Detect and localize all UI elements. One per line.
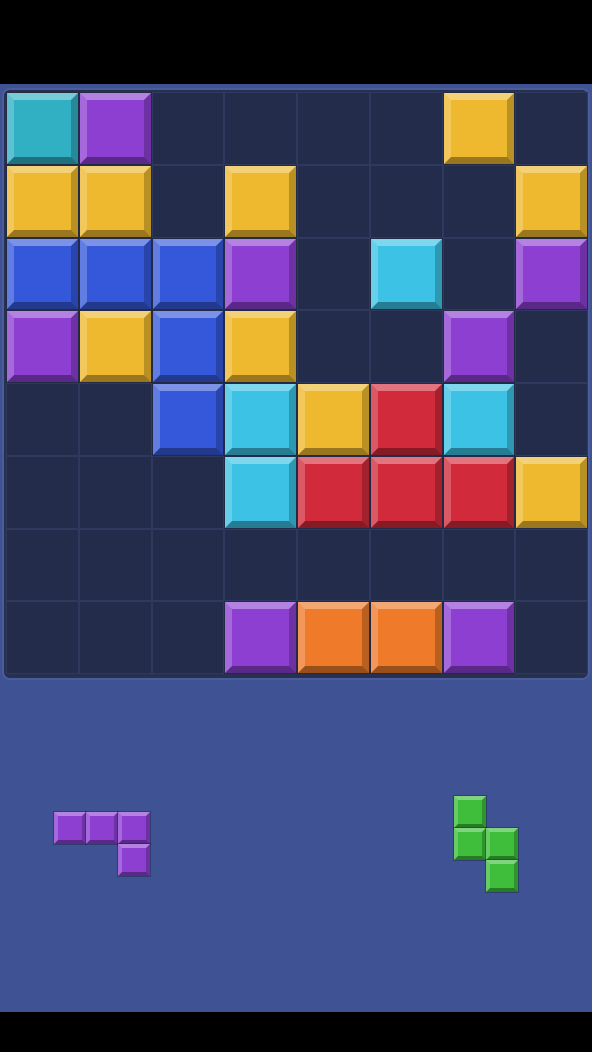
block-blue <box>152 311 224 382</box>
block-blue <box>79 238 151 310</box>
block-yellow <box>7 165 78 237</box>
board-cell[interactable] <box>297 528 370 602</box>
board-cell[interactable] <box>442 528 516 602</box>
block-yellow <box>225 311 296 382</box>
board-cell[interactable] <box>515 310 588 383</box>
board-cell[interactable] <box>78 528 152 602</box>
block-cyan <box>370 238 442 310</box>
tray-slot-1[interactable] <box>20 760 216 920</box>
piece-block-purple <box>54 812 86 844</box>
block-purple <box>443 311 515 382</box>
board-cell[interactable] <box>369 310 443 383</box>
board-cell[interactable] <box>297 310 370 383</box>
board-cell[interactable] <box>297 92 370 165</box>
block-purple <box>79 93 151 164</box>
block-blue <box>7 238 78 310</box>
block-red <box>370 384 442 455</box>
board-cell[interactable] <box>224 528 297 602</box>
block-orange <box>298 602 369 673</box>
piece-block-purple <box>118 844 150 876</box>
block-purple <box>225 238 296 310</box>
piece-block-green <box>486 860 518 892</box>
bottom-bar <box>0 1012 592 1052</box>
board-cell[interactable] <box>6 383 79 456</box>
board-cell[interactable] <box>6 528 79 602</box>
board-cell[interactable] <box>369 92 443 165</box>
piece-block-green <box>454 828 486 860</box>
board-cell[interactable] <box>369 528 443 602</box>
board-cell[interactable] <box>515 92 588 165</box>
board-cell[interactable] <box>297 237 370 311</box>
game-board[interactable] <box>2 88 590 680</box>
block-red <box>370 456 442 528</box>
piece-block-purple <box>86 812 118 844</box>
board-cell[interactable] <box>78 383 152 456</box>
piece-block-purple <box>118 812 150 844</box>
board-cell[interactable] <box>515 528 588 602</box>
block-blue <box>152 238 224 310</box>
piece-block-green <box>454 796 486 828</box>
block-purple <box>516 238 587 310</box>
board-cell[interactable] <box>369 164 443 238</box>
block-yellow <box>225 165 296 237</box>
block-cyan <box>225 456 296 528</box>
piece-block-green <box>486 828 518 860</box>
board-cell[interactable] <box>151 601 225 674</box>
tray-slot-2[interactable] <box>390 760 586 920</box>
block-red <box>443 456 515 528</box>
board-cell[interactable] <box>6 601 79 674</box>
board-cell[interactable] <box>6 455 79 529</box>
block-purple <box>225 602 296 673</box>
top-bar <box>0 0 592 84</box>
board-cell[interactable] <box>151 164 225 238</box>
block-cyan <box>225 384 296 455</box>
block-yellow <box>443 93 515 164</box>
block-yellow <box>516 165 587 237</box>
board-cell[interactable] <box>78 601 152 674</box>
board-cell[interactable] <box>151 528 225 602</box>
block-yellow <box>298 384 369 455</box>
block-blue <box>152 384 224 455</box>
block-yellow <box>79 165 151 237</box>
block-yellow <box>79 311 151 382</box>
board-cell[interactable] <box>78 455 152 529</box>
board-cell[interactable] <box>442 164 516 238</box>
board-cell[interactable] <box>515 601 588 674</box>
board-cell[interactable] <box>297 164 370 238</box>
block-teal <box>7 93 78 164</box>
board-cell[interactable] <box>151 92 225 165</box>
block-cyan <box>443 384 515 455</box>
block-purple <box>7 311 78 382</box>
board-cell[interactable] <box>224 92 297 165</box>
block-red <box>298 456 369 528</box>
block-orange <box>370 602 442 673</box>
board-cell[interactable] <box>515 383 588 456</box>
board-cell[interactable] <box>442 237 516 311</box>
block-purple <box>443 602 515 673</box>
board-cell[interactable] <box>151 455 225 529</box>
block-yellow <box>516 456 587 528</box>
